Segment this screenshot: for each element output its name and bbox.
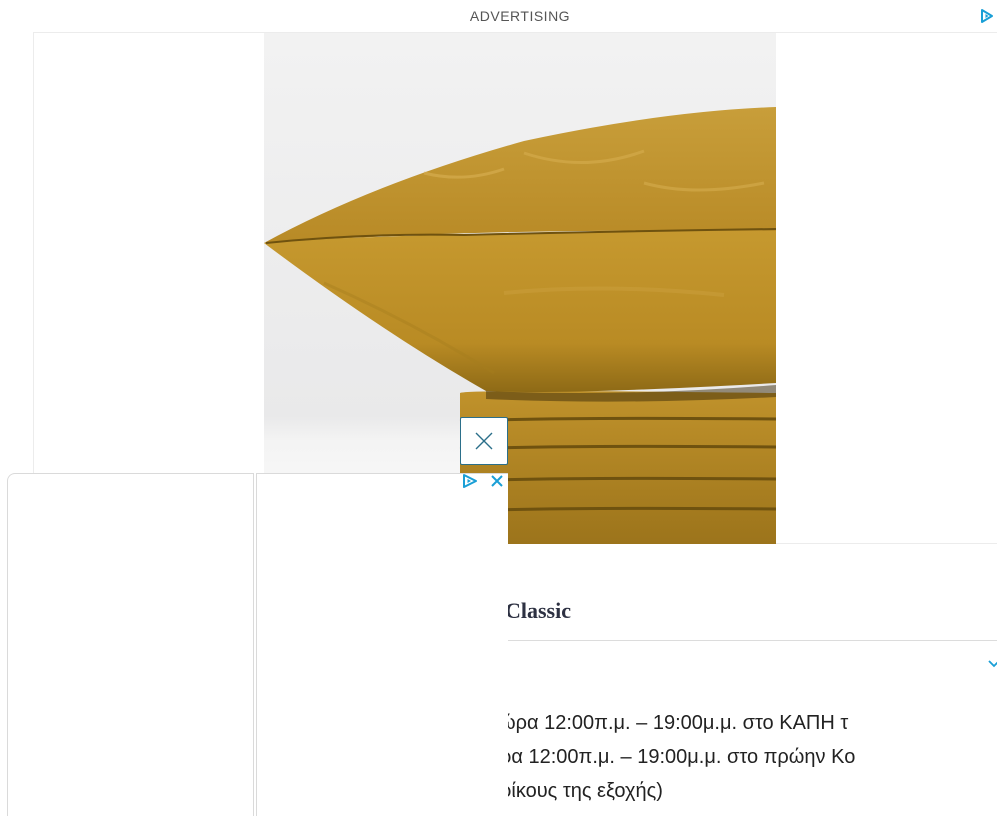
heading-divider [505, 640, 997, 641]
close-icon[interactable] [489, 473, 505, 494]
overlay-ad-panel[interactable] [7, 473, 508, 816]
close-icon [475, 432, 493, 450]
advertising-label: ADVERTISING [469, 8, 571, 24]
adchoices-play-icon[interactable] [461, 473, 479, 494]
adchoices-icon[interactable] [980, 8, 994, 24]
overlay-ad-controls [461, 473, 505, 494]
article-heading: Classic [505, 598, 571, 623]
overlay-ad-divider [253, 473, 257, 816]
article-text-line: ρα 12:00π.μ. – 19:00μ.μ. στο πρώην Κο [500, 746, 856, 768]
close-ad-button[interactable] [460, 417, 508, 465]
chevron-down-icon[interactable] [986, 656, 997, 670]
article-text-line: ρίκους της εξοχής) [500, 780, 663, 802]
product-image-pillow[interactable] [264, 33, 776, 544]
article-text-line: ώρα 12:00π.μ. – 19:00μ.μ. στο ΚΑΠΗ τ [500, 712, 849, 734]
